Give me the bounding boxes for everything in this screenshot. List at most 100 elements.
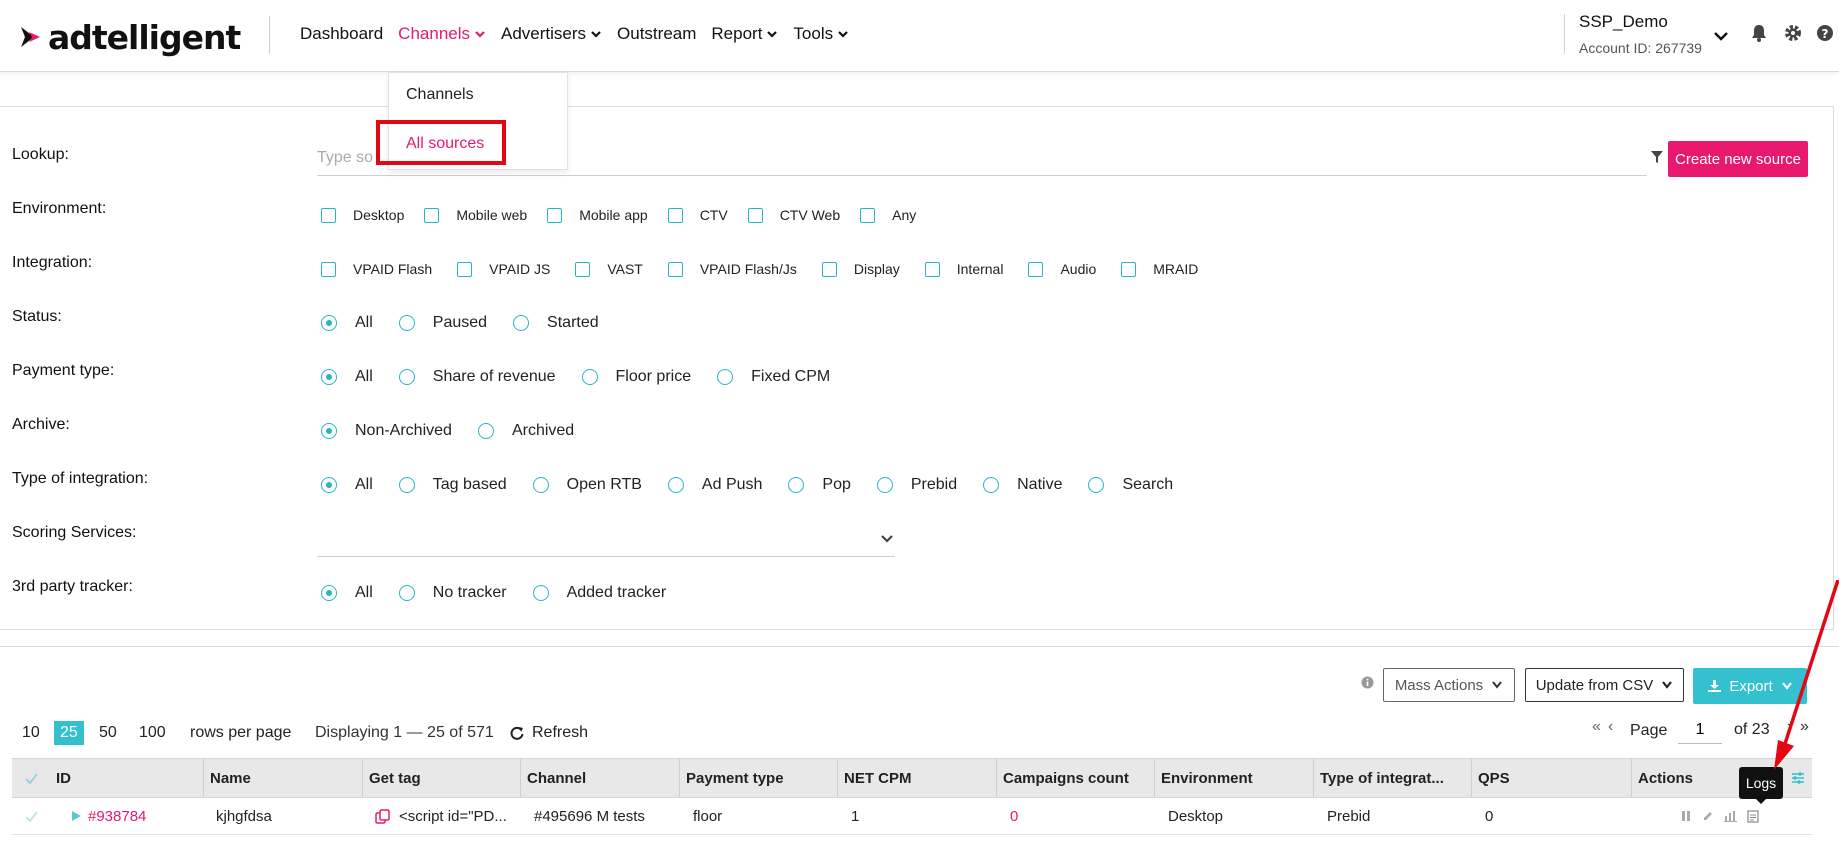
menu-item-channels[interactable]: Channels (406, 86, 474, 104)
logs-icon[interactable] (1747, 809, 1759, 823)
radio[interactable] (513, 315, 530, 331)
chevron-down-icon[interactable] (1713, 29, 1729, 43)
radio[interactable] (321, 477, 337, 493)
stats-icon[interactable] (1724, 810, 1737, 822)
filter-icon[interactable] (1650, 150, 1664, 164)
radio[interactable] (667, 477, 684, 493)
column-id[interactable]: ID (50, 759, 203, 797)
checkbox[interactable] (924, 261, 940, 277)
toi-all[interactable]: All (321, 476, 373, 494)
environment-mobile-web[interactable]: Mobile web (424, 207, 527, 223)
prev-page-icon[interactable]: ‹ (1608, 718, 1613, 736)
integration-internal[interactable]: Internal (924, 261, 1003, 277)
column-environment[interactable]: Environment (1154, 759, 1313, 797)
radio[interactable] (321, 585, 337, 601)
tracker-added-tracker[interactable]: Added tracker (532, 584, 666, 602)
scoring-services-select[interactable] (317, 556, 895, 557)
environment-mobile-app[interactable]: Mobile app (547, 207, 648, 223)
checkbox[interactable] (667, 261, 683, 277)
column-campaigns-count[interactable]: Campaigns count (996, 759, 1154, 797)
radio[interactable] (321, 315, 337, 331)
row-campaigns-count[interactable]: 0 (1004, 798, 1157, 834)
logo[interactable]: adtelligent (20, 18, 241, 57)
chevron-down-icon[interactable] (880, 533, 894, 545)
checkbox[interactable] (1121, 261, 1137, 277)
radio[interactable] (321, 369, 337, 385)
mass-actions-button[interactable]: Mass Actions (1383, 668, 1515, 702)
next-page-icon[interactable]: › (1787, 718, 1792, 736)
archive-archived[interactable]: Archived (477, 422, 574, 440)
radio[interactable] (788, 477, 805, 493)
radio[interactable] (532, 585, 549, 601)
archive-non-archived[interactable]: Non-Archived (321, 422, 452, 440)
nav-advertisers[interactable]: Advertisers (501, 24, 602, 44)
nav-channels[interactable]: Channels (398, 24, 486, 44)
radio[interactable] (477, 423, 494, 439)
integration-vast[interactable]: VAST (575, 261, 643, 277)
environment-desktop[interactable]: Desktop (321, 207, 404, 223)
per-page-25[interactable]: 25 (54, 721, 84, 745)
copy-icon[interactable] (375, 808, 390, 824)
radio[interactable] (983, 477, 1000, 493)
bell-icon[interactable] (1749, 23, 1769, 43)
column-get-tag[interactable]: Get tag (362, 759, 520, 797)
tracker-no-tracker[interactable]: No tracker (398, 584, 507, 602)
checkbox[interactable] (860, 207, 876, 223)
payment-fixed-cpm[interactable]: Fixed CPM (717, 368, 830, 386)
edit-icon[interactable] (1702, 810, 1714, 822)
radio[interactable] (398, 585, 415, 601)
radio[interactable] (717, 369, 734, 385)
nav-tools[interactable]: Tools (793, 24, 849, 44)
row-checkbox[interactable] (12, 798, 50, 834)
checkbox[interactable] (424, 207, 440, 223)
pause-icon[interactable] (1680, 810, 1692, 822)
radio[interactable] (876, 477, 893, 493)
account-switcher[interactable]: SSP_Demo Account ID: 267739 (1579, 12, 1702, 56)
checkbox[interactable] (321, 261, 336, 277)
column-net-cpm[interactable]: NET CPM (837, 759, 996, 797)
row-get-tag[interactable]: <script id="PD... (369, 798, 522, 834)
per-page-10[interactable]: 10 (22, 724, 40, 742)
radio[interactable] (398, 369, 415, 385)
environment-any[interactable]: Any (860, 207, 916, 223)
toi-tag-based[interactable]: Tag based (398, 476, 507, 494)
select-all-checkbox[interactable] (12, 759, 50, 797)
integration-vpaid-flash-js[interactable]: VPAID Flash/Js (667, 261, 797, 277)
status-started[interactable]: Started (513, 314, 599, 332)
integration-mraid[interactable]: MRAID (1121, 261, 1198, 277)
toi-open-rtb[interactable]: Open RTB (532, 476, 642, 494)
checkbox[interactable] (547, 207, 563, 223)
column-payment-type[interactable]: Payment type (679, 759, 837, 797)
checkbox[interactable] (575, 261, 591, 277)
radio[interactable] (532, 477, 549, 493)
payment-floor-price[interactable]: Floor price (581, 368, 691, 386)
toi-search[interactable]: Search (1088, 476, 1173, 494)
gear-icon[interactable] (1783, 23, 1803, 43)
toi-pop[interactable]: Pop (788, 476, 851, 494)
first-page-icon[interactable]: « (1592, 718, 1601, 736)
status-paused[interactable]: Paused (398, 314, 487, 332)
checkbox[interactable] (1028, 261, 1044, 277)
column-type-of-integration[interactable]: Type of integrat... (1313, 759, 1471, 797)
row-id-link[interactable]: #938784 (88, 808, 146, 825)
integration-audio[interactable]: Audio (1028, 261, 1096, 277)
checkbox[interactable] (321, 207, 336, 223)
integration-vpaid-flash[interactable]: VPAID Flash (321, 261, 432, 277)
radio[interactable] (1088, 477, 1105, 493)
toi-native[interactable]: Native (983, 476, 1062, 494)
update-from-csv-button[interactable]: Update from CSV (1525, 668, 1684, 702)
checkbox[interactable] (747, 207, 763, 223)
status-all[interactable]: All (321, 314, 373, 332)
row-expand-button[interactable]: #938784 (50, 798, 203, 834)
payment-all[interactable]: All (321, 368, 373, 386)
column-channel[interactable]: Channel (520, 759, 679, 797)
per-page-100[interactable]: 100 (139, 724, 166, 742)
refresh-button[interactable]: Refresh (510, 724, 588, 742)
column-settings-icon[interactable] (1791, 771, 1805, 785)
radio[interactable] (398, 315, 415, 331)
nav-report[interactable]: Report (711, 24, 778, 44)
export-button[interactable]: Export (1693, 668, 1807, 704)
column-qps[interactable]: QPS (1471, 759, 1631, 797)
environment-ctv[interactable]: CTV (667, 207, 728, 223)
page-number-input[interactable] (1678, 716, 1722, 744)
